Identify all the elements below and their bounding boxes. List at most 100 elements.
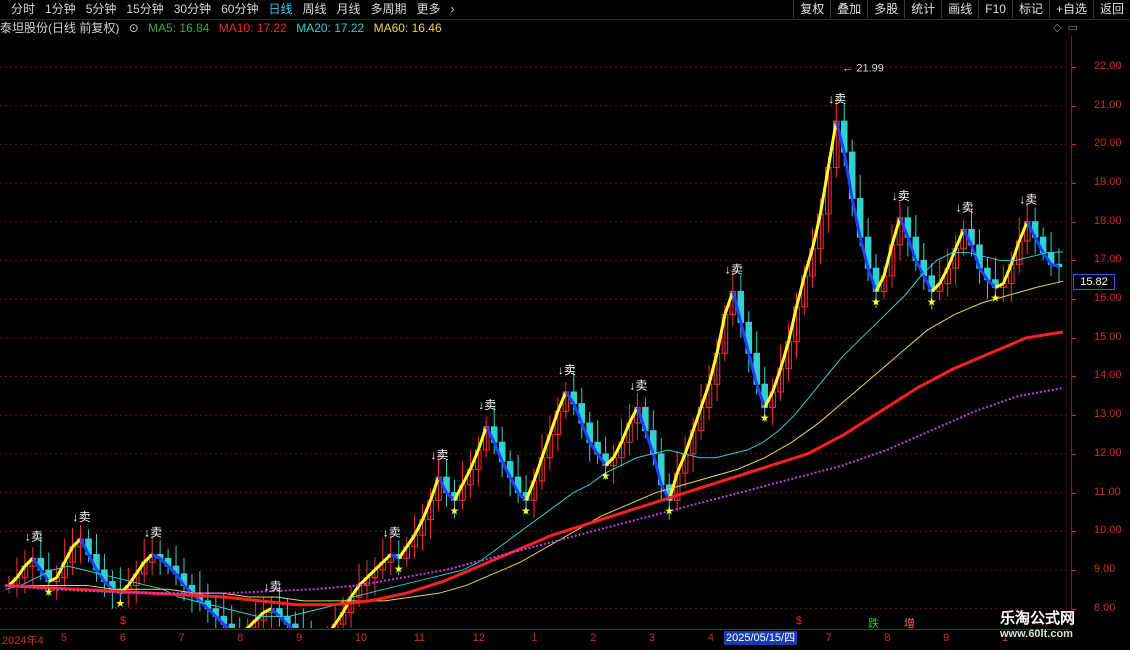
sell-marker: ↓卖 <box>828 92 846 106</box>
tab-2[interactable]: 5分钟 <box>81 2 122 17</box>
date-axis: 2024年4567891011121234578912025/05/15/四$$… <box>0 615 1070 648</box>
toolbar-button-0[interactable]: 复权 <box>793 0 830 18</box>
toolbar-button-5[interactable]: F10 <box>978 0 1012 18</box>
trend-segment <box>779 341 790 370</box>
trend-segment <box>524 480 536 501</box>
trend-segment <box>810 213 822 250</box>
diamond-icon[interactable]: ◇ <box>1053 21 1061 34</box>
trend-segment <box>675 453 687 474</box>
trend-segment <box>620 422 631 443</box>
price-tick <box>1072 569 1076 571</box>
trend-segment <box>461 468 472 486</box>
buy-star-icon: ★ <box>601 470 611 482</box>
toolbar-button-2[interactable]: 多股 <box>867 0 904 18</box>
price-tick <box>1072 221 1076 223</box>
tab-4[interactable]: 30分钟 <box>169 2 216 17</box>
trend-segment <box>127 572 138 587</box>
toolbar-button-8[interactable]: 返回 <box>1092 0 1130 18</box>
price-label: 15.00 <box>1094 330 1122 343</box>
ma60-value: MA60: 16.46 <box>373 21 442 35</box>
toolbar-button-1[interactable]: 叠加 <box>830 0 867 18</box>
trend-segment <box>803 248 814 277</box>
price-tick <box>1072 453 1076 455</box>
date-label: 9 <box>943 632 950 644</box>
sell-marker: ↓卖 <box>25 529 43 543</box>
tab-8[interactable]: 月线 <box>332 2 366 17</box>
signal-dollar: $ <box>796 615 803 627</box>
toolbar-button-3[interactable]: 统计 <box>904 0 941 18</box>
buy-star-icon: ★ <box>927 296 937 308</box>
trend-segment <box>787 306 798 343</box>
signal-dollar: $ <box>120 615 127 627</box>
trend-segment <box>330 623 337 628</box>
date-label: 6 <box>119 632 126 644</box>
trend-segment <box>818 167 830 215</box>
high-label: ← 21.99 <box>842 62 884 74</box>
trend-segment <box>143 553 154 564</box>
trend-segment <box>938 267 949 285</box>
price-tick <box>1072 299 1076 301</box>
buy-star-icon: ★ <box>115 598 125 610</box>
ma5-value: MA5: 16.84 <box>148 21 210 35</box>
trend-segment <box>715 314 727 354</box>
tab-6[interactable]: 日线 <box>263 2 297 17</box>
trend-segment <box>135 561 146 575</box>
price-label: 12.00 <box>1094 446 1122 459</box>
toolbar-button-7[interactable]: +自选 <box>1048 0 1093 18</box>
trend-segment <box>1017 221 1029 242</box>
price-label: 10.00 <box>1094 524 1122 537</box>
sell-marker: ↓卖 <box>263 580 281 594</box>
date-label: 11 <box>413 632 426 644</box>
tab-1[interactable]: 1分钟 <box>40 2 81 17</box>
tab-10[interactable]: 更多 <box>412 2 446 17</box>
sell-marker: ↓卖 <box>431 448 449 462</box>
sell-marker: ↓卖 <box>558 363 576 377</box>
tab-5[interactable]: 60分钟 <box>216 2 263 17</box>
trend-segment <box>15 565 27 579</box>
sell-marker: ↓卖 <box>629 378 647 392</box>
window-icon[interactable]: ▭ <box>1068 21 1078 34</box>
tab-7[interactable]: 周线 <box>297 2 331 17</box>
sell-marker: ↓卖 <box>144 525 162 539</box>
trend-segment <box>246 619 257 628</box>
date-label: 2024年4 <box>2 635 44 647</box>
price-label: 8.00 <box>1094 601 1116 614</box>
watermark-logo: 乐淘公式网 www.60lt.com <box>1000 610 1076 640</box>
price-tick <box>1072 144 1076 146</box>
date-label: 8 <box>884 632 891 644</box>
trend-segment <box>413 518 424 536</box>
stock-dropdown-icon[interactable]: ⊙ <box>129 21 139 35</box>
tab-9[interactable]: 多周期 <box>366 2 412 17</box>
toolbar-button-6[interactable]: 标记 <box>1011 0 1049 18</box>
price-axis: 22.00 21.00 20.00 19.00 18.00 17.00 16.00 15.00… <box>1071 36 1130 626</box>
trend-segment <box>476 426 488 451</box>
toolbar-button-4[interactable]: 画线 <box>941 0 978 18</box>
trend-segment <box>405 534 416 548</box>
sell-marker: ↓卖 <box>383 525 401 539</box>
buy-star-icon: ★ <box>871 296 881 308</box>
trend-segment <box>55 561 66 579</box>
stock-title[interactable]: 泰坦股份(日线 前复权) <box>0 21 119 35</box>
date-label: 3 <box>649 632 656 644</box>
trend-segment <box>683 430 695 455</box>
tab-3[interactable]: 15分钟 <box>121 2 168 17</box>
trend-segment <box>691 406 703 432</box>
sell-marker: ↓卖 <box>892 189 910 203</box>
period-tabs: 分时 1分钟 5分钟 15分钟 30分钟 60分钟 日线 周线 月线 多周期 更多 › <box>6 2 460 17</box>
current-price-label: 15.82 <box>1073 274 1115 290</box>
price-label: 20.00 <box>1094 137 1122 150</box>
more-arrow-icon[interactable]: › <box>446 2 460 17</box>
kline-chart[interactable]: ↓卖★↓卖★↓卖★↓卖★↓卖★↓卖★↓卖★↓卖★↓卖★↓卖★↓卖★↓卖★↓卖★↓… <box>0 36 1070 628</box>
date-label: 9 <box>296 632 303 644</box>
trend-segment <box>771 368 783 393</box>
price-label: 14.00 <box>1094 369 1122 382</box>
tab-0[interactable]: 分时 <box>6 2 40 17</box>
price-label: 9.00 <box>1094 562 1116 575</box>
trend-segment <box>333 611 345 625</box>
trend-segment <box>63 546 74 563</box>
ma20-value: MA20: 17.22 <box>296 21 365 35</box>
sell-marker: ↓卖 <box>956 200 974 214</box>
buy-star-icon: ★ <box>760 412 770 424</box>
date-label: 10 <box>354 632 368 644</box>
trend-segment <box>954 228 965 250</box>
